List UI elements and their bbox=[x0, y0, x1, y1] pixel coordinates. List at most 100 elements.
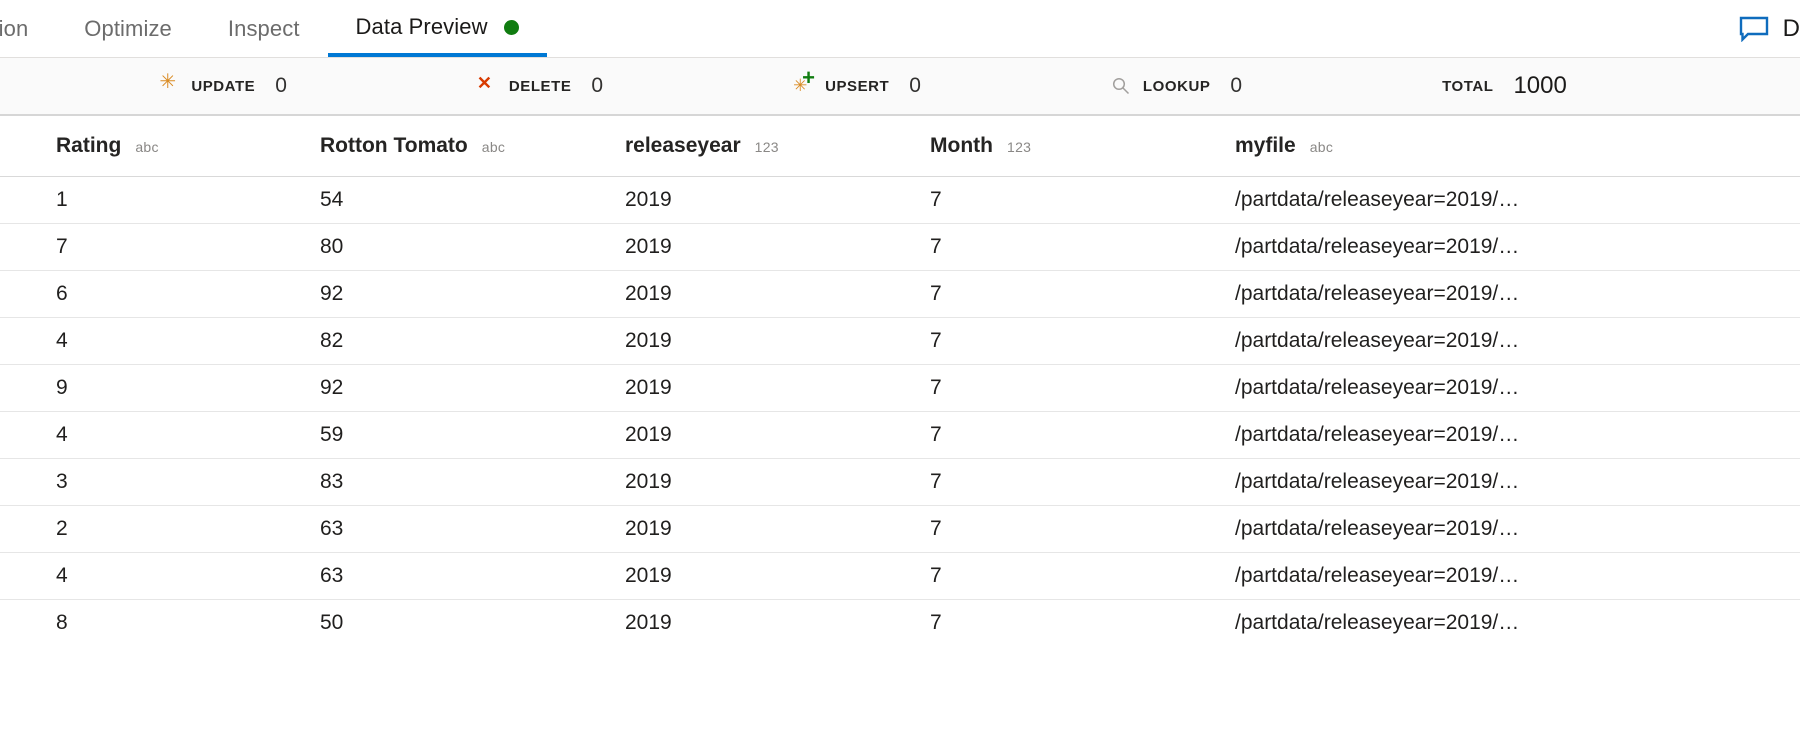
table-cell: 2019 bbox=[625, 598, 930, 646]
stat-delete-label: DELETE bbox=[508, 77, 572, 95]
status-dot-icon bbox=[503, 19, 519, 35]
row-stats-bar: 0 0 UPDATE 0 DELETE 0 ✳ + UPSERT 0 bbox=[0, 58, 1800, 116]
table-cell: 92 bbox=[320, 269, 625, 317]
tab-projection[interactable]: jection bbox=[0, 1, 56, 57]
column-type-icon: abc bbox=[481, 138, 506, 155]
description-button[interactable]: Descrip bbox=[1739, 15, 1800, 43]
stat-delete-value: 0 bbox=[591, 74, 604, 97]
table-cell: 7 bbox=[930, 504, 1235, 552]
table-cell: 2019 bbox=[625, 269, 930, 317]
tab-inspect[interactable]: Inspect bbox=[200, 1, 328, 57]
table-cell: 7 bbox=[930, 457, 1235, 505]
tab-optimize[interactable]: Optimize bbox=[56, 1, 200, 57]
column-type-icon: 123 bbox=[754, 138, 779, 155]
stat-update-value: 0 bbox=[275, 74, 287, 97]
column-header-rotton-tomato[interactable]: Rotton Tomato abc bbox=[320, 116, 625, 176]
table-cell: /partdata/releaseyear=2019/… bbox=[1235, 269, 1800, 317]
tab-label: Optimize bbox=[84, 16, 172, 41]
column-name: Month bbox=[930, 133, 993, 157]
column-type-icon: abc bbox=[135, 138, 159, 155]
tab-strip-actions: Descrip bbox=[1719, 1, 1800, 57]
table-cell: 7 bbox=[0, 222, 320, 270]
table-row[interactable]: 4 59 2019 7/partdata/releaseyear=2019/… bbox=[0, 410, 1800, 458]
table-cell: 7 bbox=[930, 316, 1235, 364]
tab-label: jection bbox=[0, 16, 29, 41]
data-preview-grid[interactable]: Rating abc Rotton Tomato abc releaseyear bbox=[0, 116, 1800, 751]
stat-update: UPDATE 0 bbox=[159, 72, 287, 98]
column-header-rating[interactable]: Rating abc bbox=[0, 116, 320, 176]
table-cell: /partdata/releaseyear=2019/… bbox=[1235, 551, 1800, 599]
table-row[interactable]: 2 63 2019 7/partdata/releaseyear=2019/… bbox=[0, 504, 1800, 552]
column-header-month[interactable]: Month 123 bbox=[930, 116, 1235, 176]
table-cell: 2019 bbox=[625, 316, 930, 364]
data-preview-panel: jection Optimize Inspect Data Preview D bbox=[0, 0, 1800, 751]
tab-label: Data Preview bbox=[355, 14, 488, 39]
table-cell: /partdata/releaseyear=2019/… bbox=[1235, 410, 1800, 458]
table-row[interactable]: 3 83 2019 7/partdata/releaseyear=2019/… bbox=[0, 457, 1800, 505]
table-cell: 59 bbox=[320, 410, 625, 458]
tab-label: Inspect bbox=[227, 16, 300, 41]
table-cell: 3 bbox=[0, 457, 320, 505]
table-cell: /partdata/releaseyear=2019/… bbox=[1235, 363, 1800, 411]
table-cell: 7 bbox=[930, 410, 1235, 458]
stat-update-label: UPDATE bbox=[191, 77, 256, 95]
table-cell: 82 bbox=[320, 316, 625, 364]
table-header-row: Rating abc Rotton Tomato abc releaseyear bbox=[0, 116, 1800, 176]
column-name: Rotton Tomato bbox=[320, 133, 468, 157]
table-cell: /partdata/releaseyear=2019/… bbox=[1235, 457, 1800, 505]
stat-total-label: TOTAL bbox=[1442, 77, 1494, 95]
table-row[interactable]: 1 54 2019 7/partdata/releaseyear=2019/… bbox=[0, 175, 1800, 223]
table-cell: 7 bbox=[930, 551, 1235, 599]
stat-upsert: ✳ + UPSERT 0 bbox=[793, 67, 921, 98]
table-row[interactable]: 6 92 2019 7/partdata/releaseyear=2019/… bbox=[0, 269, 1800, 317]
column-name: myfile bbox=[1235, 133, 1296, 157]
table-cell: /partdata/releaseyear=2019/… bbox=[1235, 504, 1800, 552]
stat-upsert-value: 0 bbox=[909, 74, 921, 97]
table-row[interactable]: 4 82 2019 7/partdata/releaseyear=2019/… bbox=[0, 316, 1800, 364]
tab-strip: jection Optimize Inspect Data Preview D bbox=[0, 0, 1800, 58]
column-type-icon: 123 bbox=[1006, 138, 1032, 155]
stat-upsert-label: UPSERT bbox=[825, 77, 890, 95]
table-cell: 2019 bbox=[625, 551, 930, 599]
table-cell: 2019 bbox=[625, 175, 930, 223]
table-cell: 80 bbox=[320, 222, 625, 270]
table-cell: 2019 bbox=[625, 363, 930, 411]
table-row[interactable]: 9 92 2019 7/partdata/releaseyear=2019/… bbox=[0, 363, 1800, 411]
table-cell: /partdata/releaseyear=2019/… bbox=[1235, 598, 1800, 646]
comment-icon bbox=[1739, 16, 1769, 42]
column-name: releaseyear bbox=[625, 133, 741, 157]
table-cell: 4 bbox=[0, 316, 320, 364]
column-header-myfile[interactable]: myfile abc bbox=[1235, 116, 1800, 176]
table-cell: /partdata/releaseyear=2019/… bbox=[1235, 222, 1800, 270]
table-cell: 63 bbox=[320, 551, 625, 599]
table-cell: 2 bbox=[0, 504, 320, 552]
table-cell: 9 bbox=[0, 363, 320, 411]
table-cell: 50 bbox=[320, 598, 625, 646]
table-cell: 6 bbox=[0, 269, 320, 317]
table-cell: 7 bbox=[930, 363, 1235, 411]
table-cell: 2019 bbox=[625, 410, 930, 458]
tab-list: jection Optimize Inspect Data Preview bbox=[0, 0, 547, 57]
table-row[interactable]: 4 63 2019 7/partdata/releaseyear=2019/… bbox=[0, 551, 1800, 599]
x-icon bbox=[477, 74, 497, 96]
description-label: Descrip bbox=[1782, 15, 1800, 42]
stat-lookup: LOOKUP 0 bbox=[1111, 74, 1242, 98]
table-row[interactable]: 8 50 2019 7/partdata/releaseyear=2019/… bbox=[0, 598, 1800, 646]
tab-data-preview[interactable]: Data Preview bbox=[327, 1, 547, 57]
table-row[interactable]: 7 80 2019 7/partdata/releaseyear=2019/… bbox=[0, 222, 1800, 270]
table-cell: 54 bbox=[320, 175, 625, 223]
table-cell: 7 bbox=[930, 175, 1235, 223]
table-header: Rating abc Rotton Tomato abc releaseyear bbox=[0, 116, 1800, 176]
search-icon bbox=[1111, 76, 1131, 96]
column-type-icon: abc bbox=[1309, 138, 1334, 155]
table-body: 1 54 2019 7/partdata/releaseyear=2019/… 7 80 2… bbox=[0, 175, 1800, 646]
column-name: Rating bbox=[56, 133, 122, 157]
table-cell: 2019 bbox=[625, 222, 930, 270]
stat-total-value: 1000 bbox=[1513, 72, 1567, 99]
table-cell: 1 bbox=[0, 175, 320, 223]
table-cell: 4 bbox=[0, 551, 320, 599]
table-cell: 63 bbox=[320, 504, 625, 552]
column-header-releaseyear[interactable]: releaseyear 123 bbox=[625, 116, 930, 176]
table-cell: /partdata/releaseyear=2019/… bbox=[1235, 316, 1800, 364]
asterisk-plus-icon: ✳ + bbox=[793, 67, 815, 96]
